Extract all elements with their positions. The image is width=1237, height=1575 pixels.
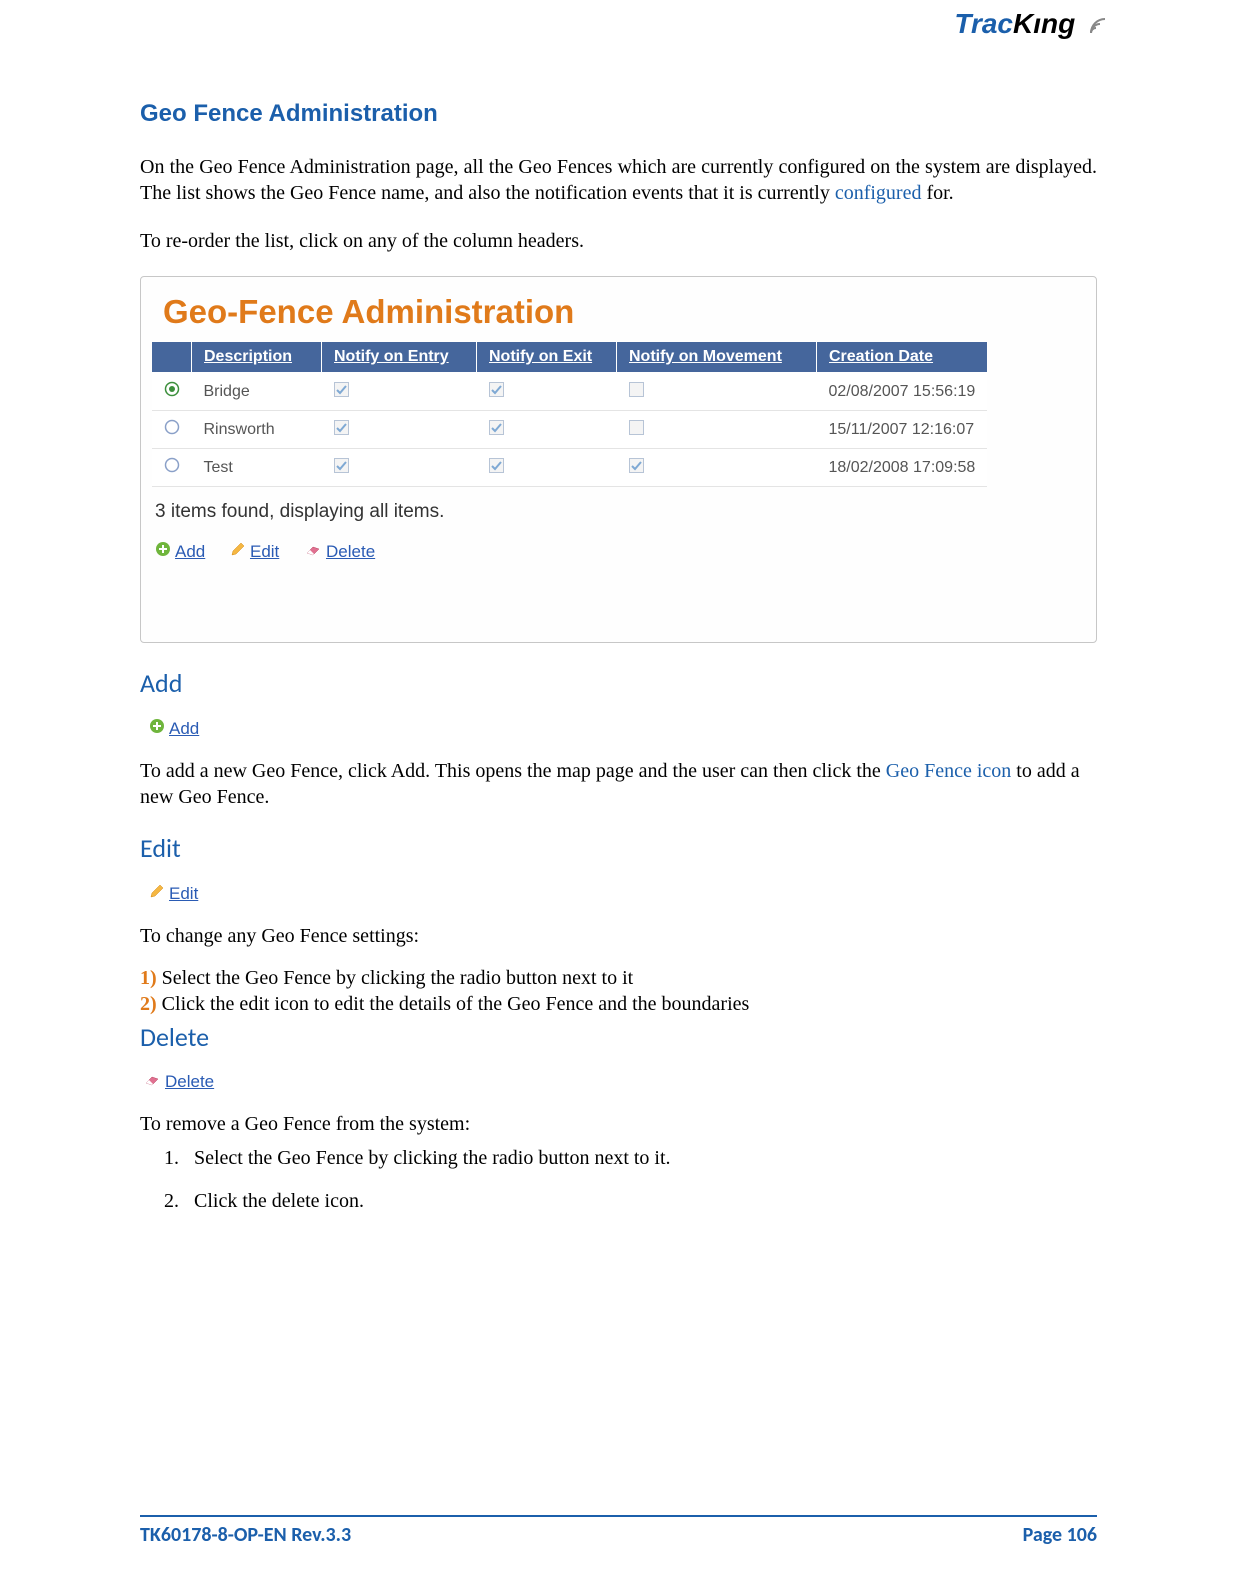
row-radio[interactable]: [152, 411, 192, 449]
add-icon-label: Add: [169, 719, 199, 739]
col-creation-date[interactable]: Creation Date: [817, 342, 988, 373]
delete-heading: Delete: [140, 1021, 1097, 1053]
add-label: Add: [175, 542, 205, 562]
page-footer: TK60178-8-OP-EN Rev.3.3 Page 106: [140, 1515, 1097, 1547]
add-icon: [149, 718, 165, 739]
row-creation-date: 15/11/2007 12:16:07: [817, 411, 988, 449]
row-notify-movement[interactable]: [617, 411, 817, 449]
add-icon-demo: Add: [148, 717, 200, 740]
edit-heading: Edit: [140, 832, 1097, 864]
row-description: Test: [192, 449, 322, 487]
col-notify-entry[interactable]: Notify on Entry: [322, 342, 477, 373]
add-icon: [155, 541, 171, 562]
delete-steps: Select the Geo Fence by clicking the rad…: [184, 1147, 1097, 1213]
edit-step-1: 1) Select the Geo Fence by clicking the …: [140, 965, 1097, 991]
geo-fence-icon-link[interactable]: Geo Fence icon: [886, 760, 1012, 782]
row-description: Rinsworth: [192, 411, 322, 449]
page-heading: Geo Fence Administration: [140, 100, 1097, 128]
pencil-icon: [149, 883, 165, 904]
col-radio[interactable]: [152, 342, 192, 373]
table-header-row: Description Notify on Entry Notify on Ex…: [152, 342, 988, 373]
delete-step-1: Select the Geo Fence by clicking the rad…: [184, 1147, 1097, 1170]
footer-doc-id: TK60178-8-OP-EN Rev.3.3: [140, 1523, 351, 1547]
geo-fence-table: Description Notify on Entry Notify on Ex…: [151, 341, 988, 487]
delete-step-2: Click the delete icon.: [184, 1190, 1097, 1213]
add-text: To add a new Geo Fence, click Add. This …: [140, 758, 1097, 810]
row-notify-exit[interactable]: [477, 449, 617, 487]
edit-intro: To change any Geo Fence settings:: [140, 923, 1097, 949]
row-creation-date: 02/08/2007 15:56:19: [817, 373, 988, 411]
eraser-icon: [304, 542, 322, 562]
row-radio[interactable]: [152, 373, 192, 411]
edit-step-2: 2) Click the edit icon to edit the detai…: [140, 991, 1097, 1017]
logo-part2: Kıng: [1013, 8, 1075, 39]
intro-text-b: for.: [921, 182, 953, 204]
eraser-icon: [143, 1072, 161, 1092]
row-creation-date: 18/02/2008 17:09:58: [817, 449, 988, 487]
table-row: Bridge 02/08/2007 15:56:19: [152, 373, 988, 411]
step2-text: Click the edit icon to edit the details …: [157, 993, 750, 1015]
row-notify-entry[interactable]: [322, 449, 477, 487]
delete-icon-demo: Delete: [142, 1071, 215, 1093]
intro-paragraph-1: On the Geo Fence Administration page, al…: [140, 154, 1097, 206]
col-notify-movement[interactable]: Notify on Movement: [617, 342, 817, 373]
edit-button[interactable]: Edit: [230, 541, 279, 562]
add-heading: Add: [140, 667, 1097, 699]
edit-icon-label: Edit: [169, 884, 198, 904]
row-notify-movement[interactable]: [617, 373, 817, 411]
row-radio[interactable]: [152, 449, 192, 487]
items-found-text: 3 items found, displaying all items.: [141, 487, 1096, 541]
intro-paragraph-2: To re-order the list, click on any of th…: [140, 228, 1097, 254]
delete-button[interactable]: Delete: [304, 542, 375, 562]
logo-part1: Trac: [954, 8, 1013, 39]
delete-icon-label: Delete: [165, 1072, 214, 1092]
table-row: Test 18/02/2008 17:09:58: [152, 449, 988, 487]
col-description[interactable]: Description: [192, 342, 322, 373]
step2-num: 2): [140, 993, 157, 1015]
delete-intro: To remove a Geo Fence from the system:: [140, 1111, 1097, 1137]
add-button[interactable]: Add: [155, 541, 205, 562]
table-row: Rinsworth 15/11/2007 12:16:07: [152, 411, 988, 449]
add-text-a: To add a new Geo Fence, click Add. This …: [140, 760, 886, 782]
row-description: Bridge: [192, 373, 322, 411]
geo-fence-admin-screenshot: Geo-Fence Administration Description Not…: [140, 276, 1097, 643]
col-notify-exit[interactable]: Notify on Exit: [477, 342, 617, 373]
row-notify-movement[interactable]: [617, 449, 817, 487]
row-notify-exit[interactable]: [477, 411, 617, 449]
logo-signal-icon: [1085, 9, 1107, 42]
row-notify-entry[interactable]: [322, 373, 477, 411]
step1-num: 1): [140, 967, 157, 989]
logo: TracKıng: [954, 8, 1107, 42]
screenshot-title: Geo-Fence Administration: [141, 277, 1096, 341]
edit-label: Edit: [250, 542, 279, 562]
delete-label: Delete: [326, 542, 375, 562]
pencil-icon: [230, 541, 246, 562]
edit-icon-demo: Edit: [148, 882, 199, 905]
row-notify-entry[interactable]: [322, 411, 477, 449]
configured-link[interactable]: configured: [835, 182, 922, 204]
row-notify-exit[interactable]: [477, 373, 617, 411]
action-bar: Add Edit Delete: [141, 541, 1096, 572]
step1-text: Select the Geo Fence by clicking the rad…: [157, 967, 634, 989]
footer-page-num: Page 106: [1023, 1523, 1097, 1547]
